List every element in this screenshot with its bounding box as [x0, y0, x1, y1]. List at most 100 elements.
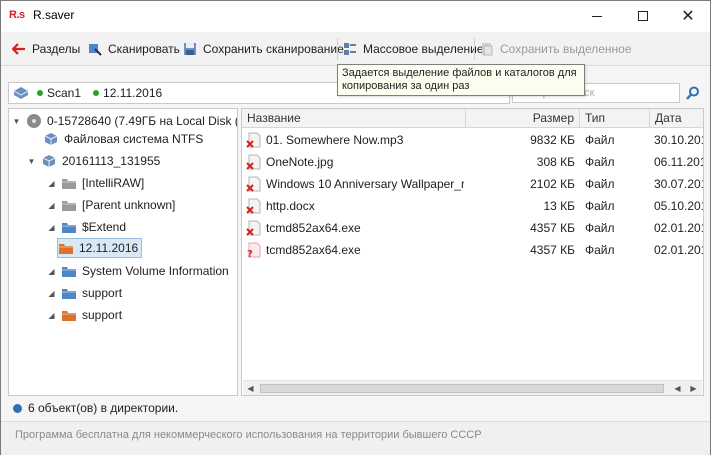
- status-bar: 6 объект(ов) в директории.: [1, 399, 710, 417]
- save-selected-label: Сохранить выделенное: [500, 42, 632, 56]
- folder-orange-icon: [62, 311, 76, 321]
- app-logo: R.s: [9, 9, 25, 21]
- column-header-name[interactable]: Название: [242, 109, 466, 128]
- folder-tree: ▼ 0-15728640 (7.49ГБ на Local Disk (E:))…: [8, 108, 238, 396]
- deleted-file-icon: [246, 198, 261, 214]
- deleted-file-icon: [246, 154, 261, 170]
- tree-node-12-11-2016[interactable]: 12.11.2016: [57, 238, 143, 258]
- tree-node-label: support: [82, 286, 123, 300]
- scan-icon: [87, 41, 103, 57]
- column-header-type[interactable]: Тип: [580, 109, 650, 128]
- minimize-icon: [592, 15, 602, 17]
- collapse-icon[interactable]: ▼: [27, 157, 36, 166]
- scan-label: Сканировать: [108, 42, 180, 56]
- tree-node-ntfs[interactable]: Файловая система NTFS: [43, 129, 203, 149]
- file-size: 308 КБ: [536, 155, 575, 169]
- deleted-file-icon: [246, 132, 261, 148]
- save-selected-button[interactable]: Сохранить выделенное: [479, 39, 632, 59]
- breadcrumb-item[interactable]: Scan1: [37, 86, 81, 100]
- status-text: 6 объект(ов) в директории.: [28, 401, 179, 415]
- table-row[interactable]: tcmd852ax64.exe 4357 КБ Файл 02.01.2016: [242, 217, 703, 239]
- save-scan-label: Сохранить сканирование: [203, 42, 344, 56]
- scan-button[interactable]: Сканировать: [87, 39, 180, 59]
- tree-node-intelliraw[interactable]: ◢ [IntelliRAW]: [47, 173, 144, 193]
- toolbar-separator: [474, 38, 475, 60]
- breadcrumb-item[interactable]: 12.11.2016: [93, 86, 162, 100]
- file-date: 05.10.2016: [654, 199, 703, 213]
- partitions-label: Разделы: [32, 42, 81, 56]
- unknown-file-icon: ?: [247, 242, 261, 258]
- folder-orange-icon: [59, 244, 73, 254]
- save-scan-icon: [182, 41, 198, 57]
- table-row[interactable]: http.docx 13 КБ Файл 05.10.2016: [242, 195, 703, 217]
- filesystem-icon: [44, 133, 58, 145]
- file-size: 13 КБ: [543, 199, 575, 213]
- info-icon: [13, 403, 22, 413]
- scroll-right-icon[interactable]: ▶: [686, 381, 701, 395]
- column-header-date[interactable]: Дата: [650, 109, 703, 128]
- folder-blue-icon: [62, 223, 76, 233]
- file-size: 4357 КБ: [530, 221, 575, 235]
- tree-node-support-deleted[interactable]: ◢ support: [47, 305, 122, 325]
- table-header: Название Размер Тип Дата: [242, 109, 703, 128]
- table-row[interactable]: Windows 10 Anniversary Wallpaper_ru... 2…: [242, 173, 703, 195]
- file-type: Файл: [585, 155, 615, 169]
- file-name: 01. Somewhere Now.mp3: [266, 133, 404, 147]
- table-row[interactable]: 01. Somewhere Now.mp3 9832 КБ Файл 30.10…: [242, 129, 703, 151]
- expand-icon[interactable]: ◢: [47, 223, 56, 232]
- expand-icon[interactable]: ◢: [47, 289, 56, 298]
- table-row[interactable]: OneNote.jpg 308 КБ Файл 06.11.2016: [242, 151, 703, 173]
- file-date: 06.11.2016: [654, 155, 703, 169]
- scroll-left-icon[interactable]: ◀: [243, 381, 258, 395]
- mass-select-label: Массовое выделение: [363, 42, 484, 56]
- expand-icon[interactable]: ◢: [47, 311, 56, 320]
- expand-icon[interactable]: ◢: [47, 179, 56, 188]
- file-name: Windows 10 Anniversary Wallpaper_ru...: [266, 177, 464, 191]
- partitions-button[interactable]: Разделы: [11, 39, 80, 59]
- folder-blue-icon: [62, 267, 76, 277]
- toolbar-separator: [337, 38, 338, 60]
- folder-gray-icon: [62, 179, 76, 189]
- minimize-button[interactable]: [574, 1, 620, 31]
- collapse-icon[interactable]: ▼: [12, 117, 21, 126]
- file-size: 4357 КБ: [530, 243, 575, 257]
- close-button[interactable]: ✕: [665, 1, 711, 31]
- tooltip-line: копирования за один раз: [342, 80, 470, 92]
- tree-node-label: [IntelliRAW]: [82, 176, 145, 190]
- status-dot-icon: [37, 90, 43, 96]
- breadcrumb-label: 12.11.2016: [103, 86, 163, 100]
- tree-node-parent-unknown[interactable]: ◢ [Parent unknown]: [47, 195, 175, 215]
- scroll-left-icon[interactable]: ◀: [670, 381, 685, 395]
- horizontal-scrollbar[interactable]: ◀ ◀ ▶: [243, 380, 702, 395]
- tree-node-label: 20161113_131955: [62, 154, 161, 168]
- save-scan-button[interactable]: Сохранить сканирование: [182, 39, 344, 59]
- search-button[interactable]: [684, 84, 702, 102]
- tree-node-label: [Parent unknown]: [82, 198, 176, 212]
- tree-node-support[interactable]: ◢ support: [47, 283, 122, 303]
- file-name: tcmd852ax64.exe: [266, 221, 361, 235]
- tree-node-label: support: [82, 308, 123, 322]
- column-header-size[interactable]: Размер: [466, 109, 580, 128]
- scrollbar-thumb[interactable]: [260, 384, 664, 393]
- tree-node-label: 12.11.2016: [79, 241, 139, 255]
- back-arrow-icon: [11, 41, 27, 57]
- filesystem-icon: [42, 155, 56, 167]
- file-type: Файл: [585, 199, 615, 213]
- folder-blue-icon: [62, 289, 76, 299]
- tooltip: Задается выделение файлов и каталогов дл…: [337, 64, 585, 96]
- tree-node-extend[interactable]: ◢ $Extend: [47, 217, 126, 237]
- mass-select-icon: [342, 41, 358, 57]
- mass-select-button[interactable]: Массовое выделение: [342, 39, 484, 59]
- maximize-button[interactable]: [620, 1, 666, 31]
- footer-note: Программа бесплатна для некоммерческого …: [1, 421, 710, 455]
- tree-node-system-volume[interactable]: ◢ System Volume Information: [47, 261, 228, 281]
- expand-icon[interactable]: ◢: [47, 267, 56, 276]
- expand-icon[interactable]: ◢: [47, 201, 56, 210]
- tree-node-disk[interactable]: ▼ 0-15728640 (7.49ГБ на Local Disk (E:)): [12, 111, 237, 131]
- file-date: 30.10.2016: [654, 133, 703, 147]
- file-size: 2102 КБ: [530, 177, 575, 191]
- file-date: 02.01.2016: [654, 243, 703, 257]
- tree-node-scan[interactable]: ▼ 20161113_131955: [27, 151, 161, 171]
- table-row[interactable]: ? tcmd852ax64.exe 4357 КБ Файл 02.01.201…: [242, 239, 703, 261]
- deleted-file-icon: [246, 220, 261, 236]
